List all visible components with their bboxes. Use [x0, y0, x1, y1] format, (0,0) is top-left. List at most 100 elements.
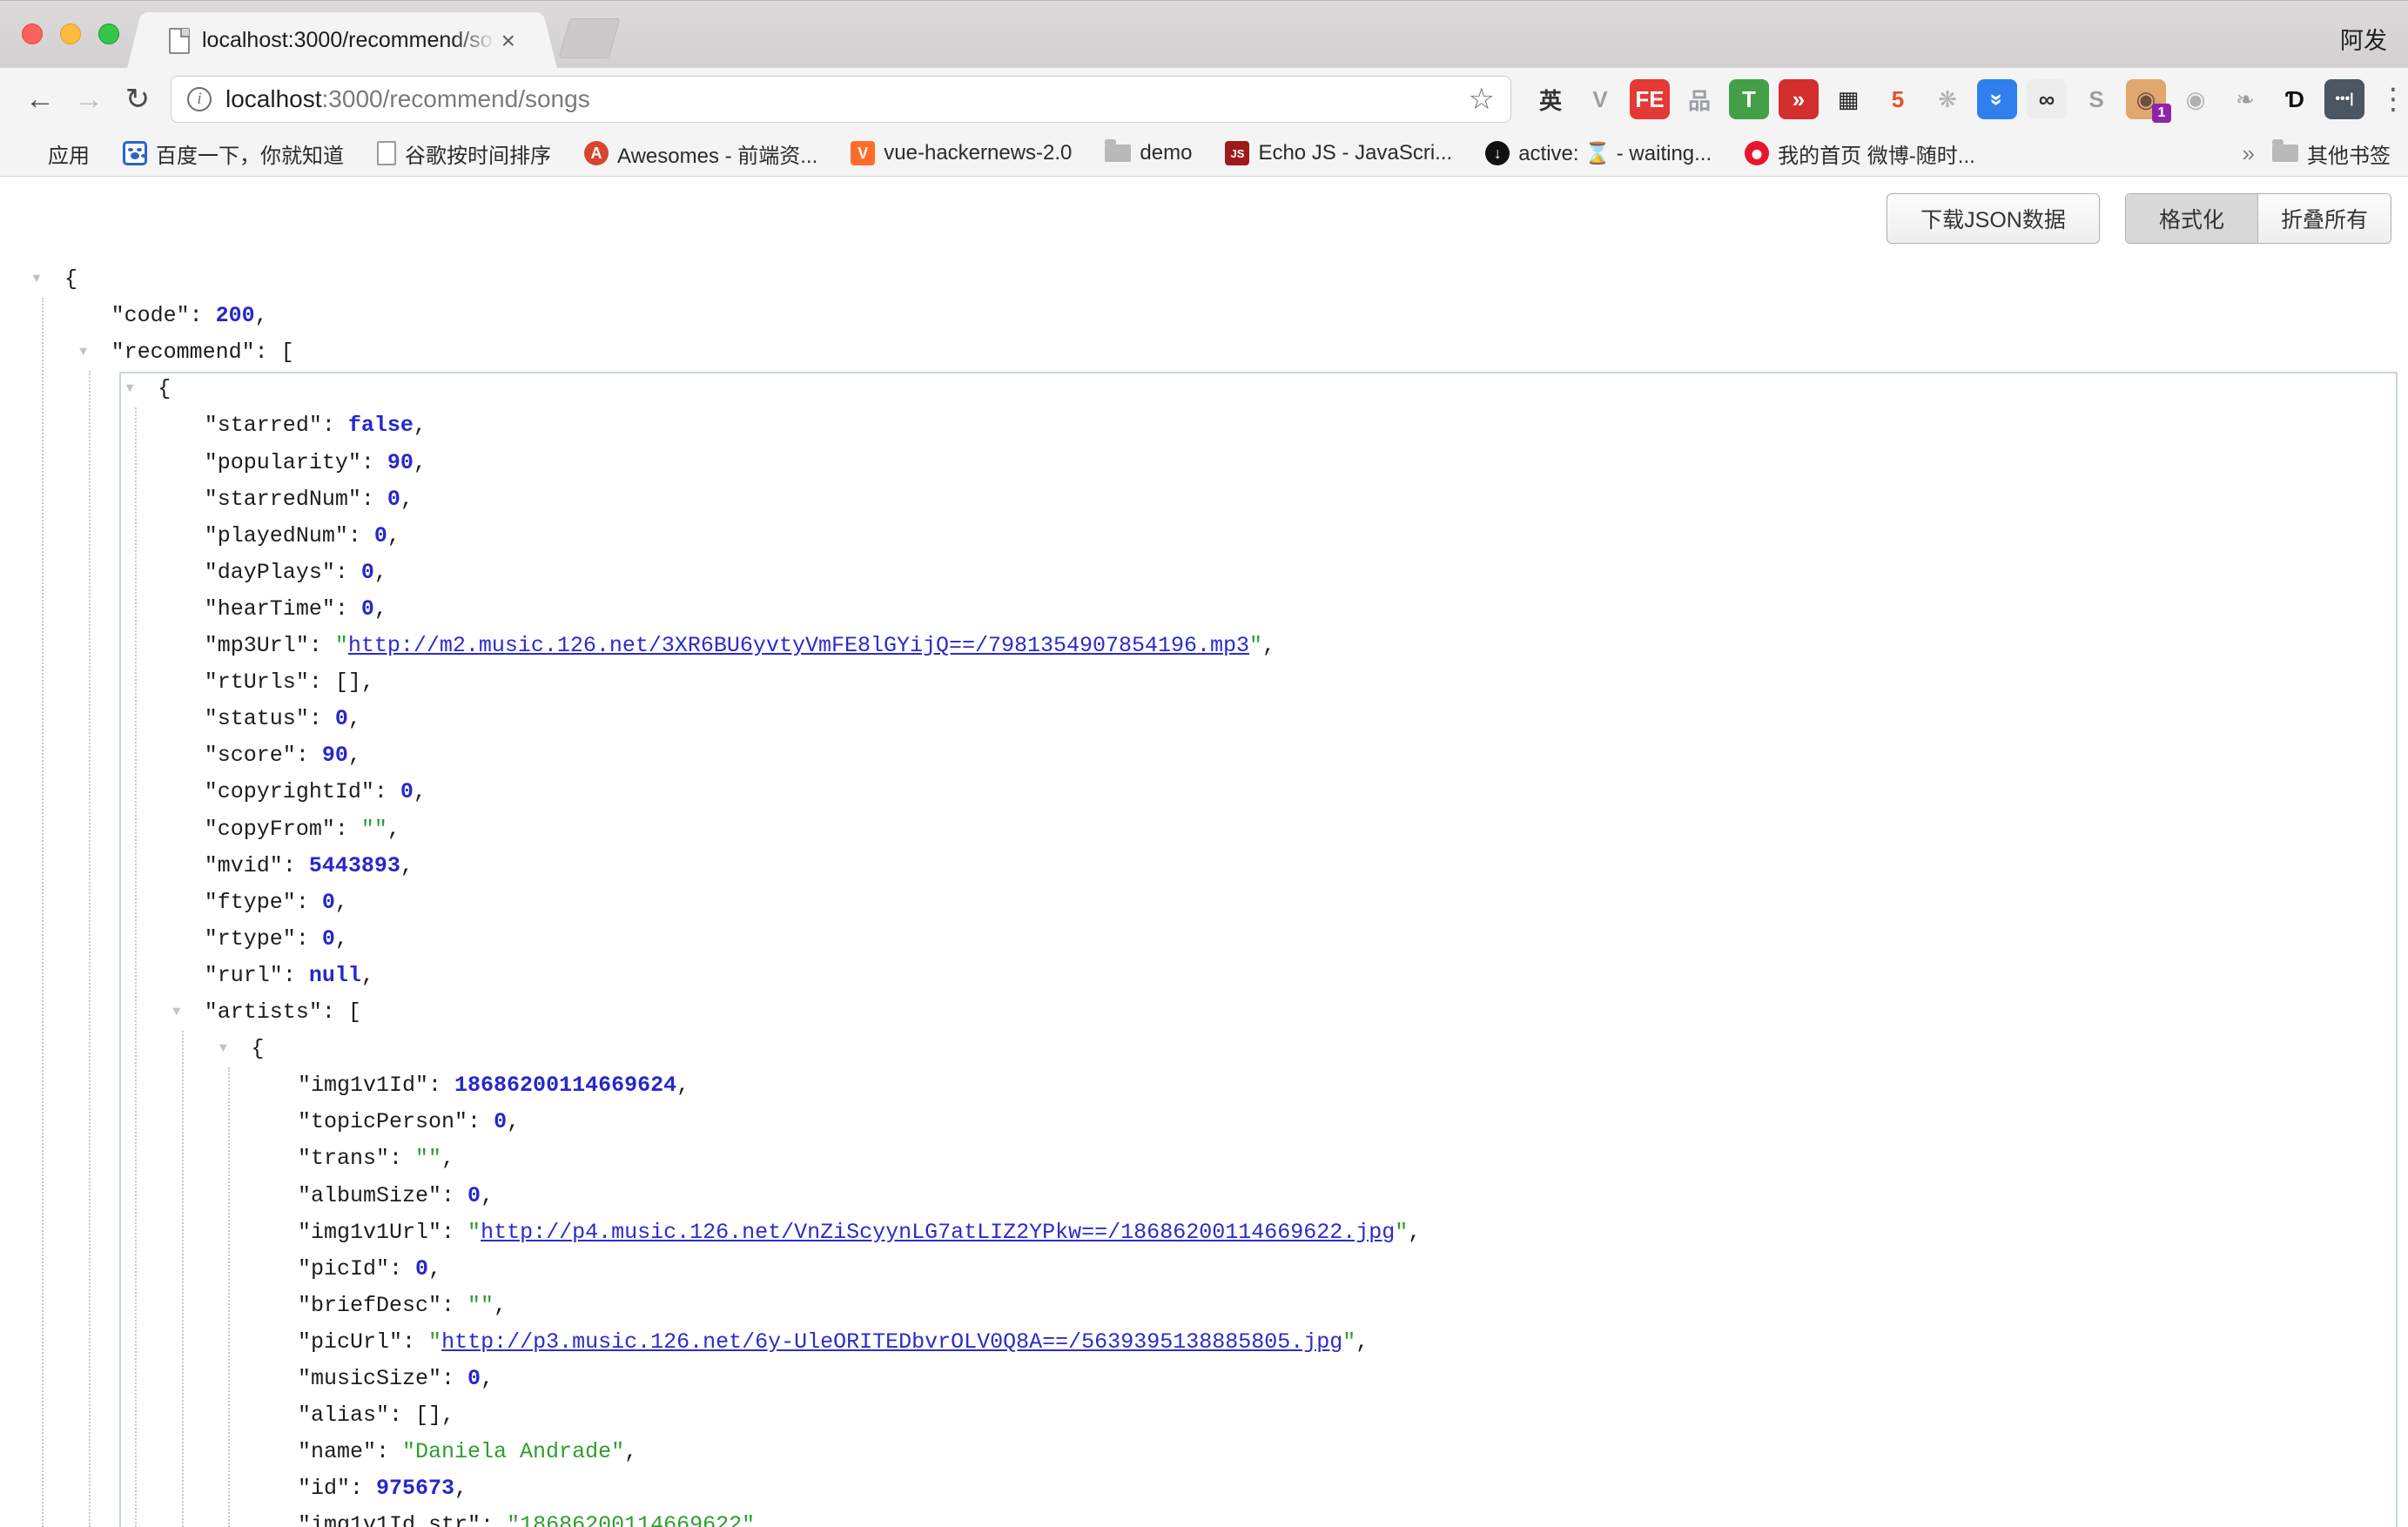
- json-key: "img1v1Id_str": [298, 1512, 481, 1527]
- bookmark-item[interactable]: ↓active: ⌛ - waiting...: [1485, 141, 1712, 166]
- json-value: 0: [322, 926, 335, 952]
- bookmark-item[interactable]: AAwesomes - 前端资...: [584, 138, 817, 169]
- json-punct: {: [64, 266, 77, 292]
- green-shield-extension-icon[interactable]: T: [1729, 79, 1769, 119]
- video-speed-extension-icon[interactable]: »: [1779, 79, 1819, 119]
- json-line: "topicPerson": 0,: [0, 1104, 2408, 1140]
- json-key: "hearTime": [205, 596, 335, 622]
- address-bar[interactable]: i localhost:3000/recommend/songs ☆: [171, 76, 1511, 123]
- json-punct: :: [348, 523, 374, 548]
- json-line: "mp3Url": "http://m2.music.126.net/3XR6B…: [0, 628, 2408, 664]
- site-info-icon[interactable]: i: [187, 87, 212, 111]
- bookmark-item[interactable]: Vvue-hackernews-2.0: [851, 141, 1072, 165]
- qrcode-extension-icon[interactable]: ▦: [1828, 79, 1868, 119]
- d-extension-icon[interactable]: Ɗ: [2275, 79, 2315, 119]
- back-icon[interactable]: ←: [16, 83, 64, 117]
- apps-grid-icon: [17, 143, 39, 165]
- json-punct: ,: [348, 743, 361, 768]
- json-quote: ": [1342, 1329, 1355, 1355]
- fe-toolbox-extension-icon[interactable]: FE: [1630, 79, 1670, 119]
- json-punct: ,: [428, 1256, 441, 1281]
- json-key: "id": [298, 1476, 350, 1501]
- json-punct: :: [481, 1512, 507, 1527]
- new-tab-button[interactable]: [558, 18, 620, 58]
- json-link[interactable]: http://p4.music.126.net/VnZiScyynLG7atLI…: [481, 1220, 1395, 1245]
- blue-chevron-extension-icon[interactable]: »: [1977, 79, 2017, 119]
- json-punct: ,: [494, 1293, 507, 1318]
- browser-menu-icon[interactable]: ⋮: [2378, 82, 2408, 117]
- bookmark-item[interactable]: JSEcho JS - JavaScri...: [1225, 141, 1452, 165]
- bookmarks-overflow-icon[interactable]: »: [2243, 140, 2255, 167]
- collapse-arrow-icon[interactable]: ▼: [214, 1031, 232, 1067]
- hummingbird-extension-icon-glyph: ❧: [2236, 86, 2255, 113]
- json-line: "score": 90,: [0, 737, 2408, 774]
- json-punct: ,: [400, 487, 414, 512]
- profile-name[interactable]: 阿发: [2340, 22, 2387, 56]
- json-punct: ,: [1408, 1220, 1421, 1245]
- bookmark-item[interactable]: 谷歌按时间排序: [377, 138, 551, 169]
- json-tree: ▼{"code": 200,▼"recommend": [▼{"starred"…: [0, 177, 2408, 1527]
- collapse-arrow-icon[interactable]: ▼: [28, 261, 45, 298]
- bookmark-label: Echo JS - JavaScri...: [1258, 141, 1452, 165]
- other-bookmarks-folder[interactable]: 其他书签: [2272, 138, 2391, 169]
- bookmark-item[interactable]: 应用: [17, 138, 90, 169]
- sitemap-extension-icon[interactable]: 品: [1679, 79, 1719, 119]
- json-punct: :: [361, 450, 387, 475]
- json-quote: ": [1249, 633, 1262, 658]
- bookmark-item[interactable]: 百度一下，你就知道: [123, 138, 344, 169]
- hummingbird-extension-icon[interactable]: ❧: [2225, 79, 2265, 119]
- json-punct: : [: [322, 999, 361, 1025]
- bookmark-label: demo: [1140, 141, 1192, 165]
- html5-player-extension-icon[interactable]: 5: [1878, 79, 1918, 119]
- tampermonkey-extension-icon[interactable]: ◉1: [2126, 79, 2166, 119]
- json-line: "name": "Daniela Andrade",: [0, 1434, 2408, 1470]
- weibo-eye-extension-icon[interactable]: ◉: [2176, 79, 2216, 119]
- json-value: 0: [494, 1109, 507, 1134]
- json-punct: :: [283, 963, 309, 988]
- bookmark-item[interactable]: 我的首页 微博-随时...: [1745, 138, 1975, 169]
- json-key: "popularity": [205, 450, 361, 475]
- vue-devtools-extension-icon[interactable]: V: [1580, 79, 1620, 119]
- json-key: "img1v1Url": [298, 1220, 441, 1245]
- json-line: "picId": 0,: [0, 1251, 2408, 1288]
- minimize-window-button[interactable]: [60, 24, 81, 44]
- json-line: "rtUrls": [],: [0, 664, 2408, 701]
- close-window-button[interactable]: [22, 24, 43, 44]
- json-key: "artists": [205, 999, 322, 1025]
- json-string: "18686200114669622": [507, 1512, 755, 1527]
- json-key: "trans": [298, 1146, 389, 1171]
- json-punct: :: [467, 1109, 494, 1134]
- json-link[interactable]: http://p3.music.126.net/6y-UleORITEDbvrO…: [441, 1329, 1342, 1355]
- tab-strip: localhost:3000/recommend/so × 阿发: [0, 0, 2408, 68]
- refresh-icon[interactable]: ↻: [113, 82, 162, 117]
- collapse-arrow-icon[interactable]: ▼: [121, 371, 138, 407]
- json-punct: :: [389, 1146, 415, 1171]
- s-extension-icon[interactable]: S: [2076, 79, 2116, 119]
- zoom-window-button[interactable]: [98, 24, 119, 44]
- awesomes-icon: A: [584, 141, 609, 165]
- downloader-icon: ↓: [1485, 141, 1510, 165]
- onepassword-extension-icon[interactable]: •••|: [2324, 79, 2364, 119]
- json-punct: :: [350, 1476, 376, 1501]
- json-punct: ,: [387, 523, 400, 548]
- json-punct: :: [441, 1293, 467, 1318]
- json-key: "picUrl": [298, 1329, 402, 1355]
- url-text[interactable]: localhost:3000/recommend/songs: [225, 85, 1469, 113]
- translate-extension-icon[interactable]: 英: [1530, 79, 1571, 119]
- browser-tab[interactable]: localhost:3000/recommend/so ×: [146, 12, 538, 69]
- json-punct: ,: [676, 1073, 689, 1098]
- paw-extension-icon[interactable]: ❋: [1927, 79, 1967, 119]
- json-key: "mp3Url": [205, 633, 309, 658]
- tab-close-icon[interactable]: ×: [501, 29, 515, 53]
- proxy-mask-extension-icon[interactable]: ∞: [2027, 79, 2067, 119]
- json-punct: :: [335, 560, 361, 585]
- bookmark-star-icon[interactable]: ☆: [1469, 82, 1495, 117]
- collapse-arrow-icon[interactable]: ▼: [75, 334, 92, 371]
- json-link[interactable]: http://m2.music.126.net/3XR6BU6yvtyVmFE8…: [348, 633, 1249, 658]
- json-value: 0: [415, 1256, 428, 1281]
- json-punct: :: [296, 743, 322, 768]
- json-quote: ": [428, 1329, 441, 1355]
- collapse-arrow-icon[interactable]: ▼: [168, 994, 185, 1031]
- bookmark-item[interactable]: demo: [1105, 141, 1192, 165]
- json-value: 90: [387, 450, 414, 475]
